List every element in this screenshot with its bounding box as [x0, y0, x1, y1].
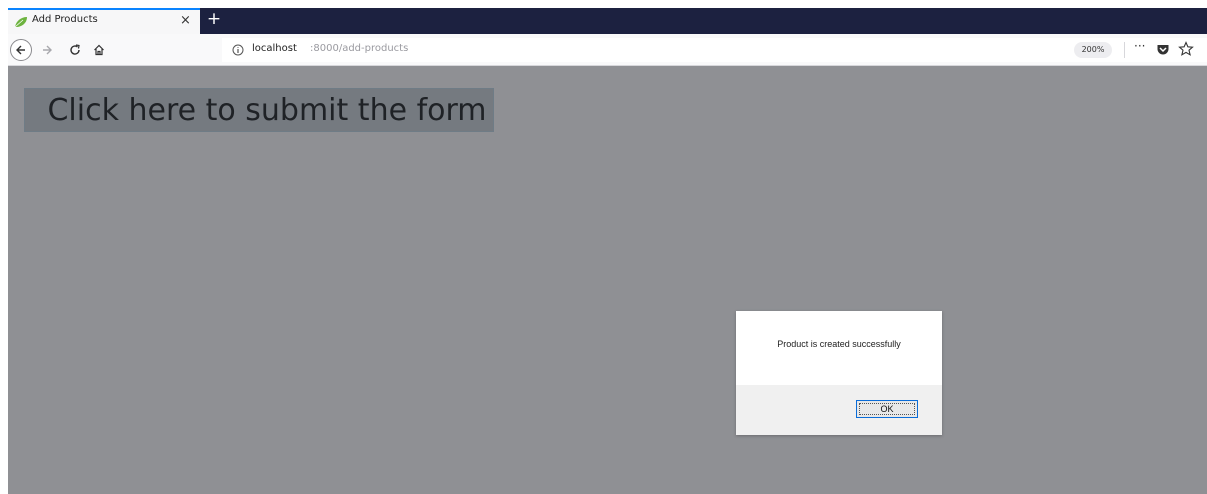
forward-button[interactable]: [36, 39, 58, 61]
new-tab-button[interactable]: +: [206, 9, 222, 31]
back-arrow-icon: [16, 45, 25, 55]
zoom-level-badge[interactable]: 200%: [1074, 42, 1112, 58]
info-icon[interactable]: [232, 44, 244, 56]
tab-bar: Add Products × +: [8, 8, 1207, 34]
alert-message: Product is created successfully: [777, 339, 901, 349]
leaf-icon: [14, 17, 27, 28]
close-tab-icon[interactable]: ×: [180, 13, 191, 29]
home-icon: [94, 44, 104, 56]
alert-footer: OK: [736, 385, 942, 435]
alert-dialog: Product is created successfully OK: [736, 311, 942, 435]
tab-title: Add Products: [32, 14, 98, 25]
back-button[interactable]: [10, 39, 32, 61]
ok-button[interactable]: OK: [856, 400, 918, 418]
url-bar[interactable]: localhost :8000/add-products 200% ···: [222, 38, 1207, 62]
navigation-bar: localhost :8000/add-products 200% ···: [8, 34, 1207, 66]
page-actions-icon[interactable]: ···: [1134, 39, 1145, 53]
star-icon[interactable]: [1178, 41, 1194, 57]
url-divider: [1124, 42, 1125, 58]
url-host: localhost: [252, 43, 297, 54]
reload-icon: [70, 44, 80, 55]
pocket-icon[interactable]: [1156, 43, 1170, 57]
tab-add-products[interactable]: Add Products ×: [8, 8, 200, 34]
page-content: Click here to submit the form Product is…: [8, 66, 1207, 494]
window-frame: [0, 0, 8, 494]
reload-button[interactable]: [64, 39, 86, 61]
submit-form-button[interactable]: Click here to submit the form: [24, 88, 494, 132]
forward-arrow-icon: [43, 45, 52, 55]
url-path: :8000/add-products: [310, 43, 409, 54]
home-button[interactable]: [88, 39, 110, 61]
